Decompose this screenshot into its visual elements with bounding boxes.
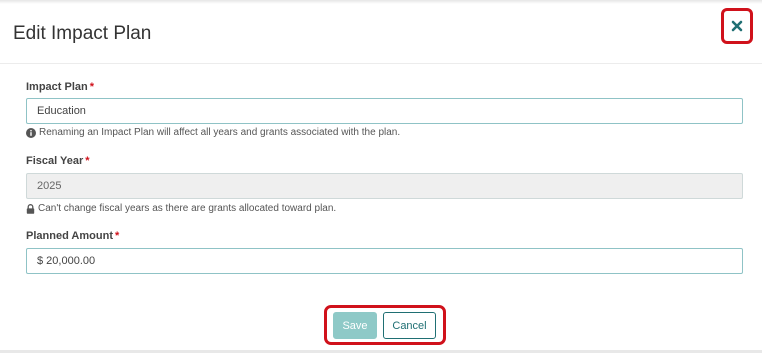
required-mark: * — [85, 155, 90, 167]
planned-amount-input[interactable]: $ 20,000.00 — [26, 248, 743, 274]
fiscal-year-help-text: Can't change fiscal years as there are g… — [38, 203, 337, 214]
impact-plan-label-text: Impact Plan — [26, 81, 88, 93]
impact-plan-label: Impact Plan * — [26, 81, 94, 93]
fiscal-year-input: 2025 — [26, 173, 743, 199]
planned-amount-label-text: Planned Amount — [26, 230, 113, 242]
edit-impact-plan-modal: Edit Impact Plan Impact Plan * Education … — [0, 0, 762, 353]
save-button[interactable]: Save — [333, 312, 377, 339]
required-mark: * — [114, 230, 120, 242]
fiscal-year-label-text: Fiscal Year — [26, 155, 84, 167]
impact-plan-help: Renaming an Impact Plan will affect all … — [26, 127, 400, 138]
required-mark: * — [89, 81, 95, 93]
info-circle-icon — [26, 127, 36, 138]
modal-header: Edit Impact Plan — [0, 4, 762, 64]
close-button[interactable] — [721, 8, 753, 44]
impact-plan-help-text: Renaming an Impact Plan will affect all … — [39, 127, 401, 138]
fiscal-year-help: Can't change fiscal years as there are g… — [26, 203, 336, 214]
modal-title: Edit Impact Plan — [13, 23, 152, 44]
planned-amount-label: Planned Amount * — [26, 230, 119, 242]
fiscal-year-label: Fiscal Year * — [26, 155, 90, 167]
close-x-icon — [731, 20, 743, 32]
lock-icon — [26, 203, 35, 214]
cancel-button[interactable]: Cancel — [383, 312, 436, 339]
impact-plan-input[interactable]: Education — [26, 98, 743, 124]
